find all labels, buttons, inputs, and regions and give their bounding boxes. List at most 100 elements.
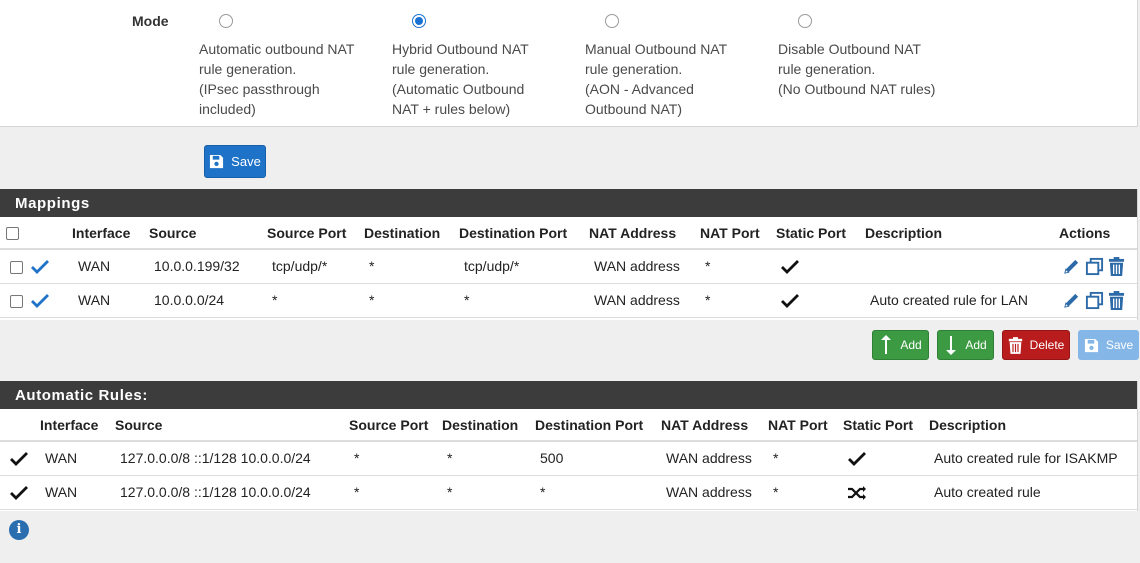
cell-destination: *: [364, 249, 459, 284]
mode-option-automatic[interactable]: Automatic outbound NAT rule generation. (I…: [199, 14, 379, 119]
mappings-panel: Mappings Interface Source Source Port De…: [0, 189, 1138, 320]
col-source-port[interactable]: Source Port: [349, 409, 442, 442]
col-static-port[interactable]: Static Port: [776, 217, 865, 250]
cell-destination: *: [364, 283, 459, 318]
table-row[interactable]: WAN 10.0.0.199/32 tcp/udp/* * tcp/udp/* …: [0, 249, 1137, 284]
mode-radio-manual[interactable]: [605, 14, 619, 28]
table-row: WAN 127.0.0.0/8 ::1/128 10.0.0.0/24 * * …: [0, 475, 1137, 510]
mode-radio-automatic[interactable]: [219, 14, 233, 28]
table-row[interactable]: WAN 10.0.0.0/24 * * * WAN address * Auto…: [0, 283, 1137, 318]
mappings-table: Interface Source Source Port Destination…: [0, 217, 1137, 318]
cell-description: Auto created rule for LAN: [865, 283, 1059, 318]
nat-mode-panel: Mode Automatic outbound NAT rule generati…: [0, 0, 1138, 127]
enabled-check-icon: [10, 451, 28, 466]
enabled-check-icon[interactable]: [30, 259, 50, 275]
col-source-port[interactable]: Source Port: [267, 217, 364, 250]
delete-button[interactable]: Delete: [1002, 330, 1070, 360]
cell-nat-address: WAN address: [661, 441, 768, 476]
col-interface[interactable]: Interface: [40, 409, 115, 442]
row-checkbox[interactable]: [10, 294, 23, 308]
cell-nat-port: *: [700, 249, 776, 284]
static-port-check-icon: [848, 451, 866, 466]
col-destination-port[interactable]: Destination Port: [459, 217, 589, 250]
cell-interface: WAN: [72, 249, 149, 284]
edit-pencil-icon[interactable]: [1062, 257, 1081, 276]
col-nat-port[interactable]: NAT Port: [700, 217, 776, 250]
table-row: WAN 127.0.0.0/8 ::1/128 10.0.0.0/24 * * …: [0, 441, 1137, 476]
mappings-header-row: Interface Source Source Port Destination…: [0, 217, 1137, 250]
cell-source-port: tcp/udp/*: [267, 249, 364, 284]
col-actions: Actions: [1059, 217, 1137, 250]
select-all-checkbox[interactable]: [6, 227, 19, 241]
cell-destination-port: 500: [535, 441, 661, 476]
mode-option-text: Automatic outbound NAT rule generation. (I…: [199, 41, 355, 117]
cell-source-port: *: [267, 283, 364, 318]
cell-description: Auto created rule for ISAKMP: [929, 441, 1137, 476]
save-mappings-button[interactable]: Save: [1078, 330, 1139, 360]
col-source[interactable]: Source: [115, 409, 349, 442]
mode-label: Mode: [132, 13, 169, 29]
info-icon[interactable]: i: [9, 520, 29, 540]
col-description[interactable]: Description: [929, 409, 1137, 442]
cell-source: 10.0.0.0/24: [149, 283, 267, 318]
cell-interface: WAN: [40, 441, 115, 476]
copy-icon[interactable]: [1085, 257, 1104, 276]
cell-description: Auto created rule: [929, 475, 1137, 510]
random-port-icon: [848, 485, 866, 500]
mode-save-button[interactable]: Save: [204, 145, 266, 178]
col-source[interactable]: Source: [149, 217, 267, 250]
cell-nat-address: WAN address: [589, 249, 700, 284]
cell-interface: WAN: [40, 475, 115, 510]
cell-nat-port: *: [768, 441, 843, 476]
col-destination-port[interactable]: Destination Port: [535, 409, 661, 442]
cell-interface: WAN: [72, 283, 149, 318]
cell-destination-port: *: [459, 283, 589, 318]
enabled-check-icon: [10, 485, 28, 500]
col-nat-port[interactable]: NAT Port: [768, 409, 843, 442]
static-port-check-icon: [781, 259, 799, 274]
delete-label: Delete: [1029, 338, 1065, 352]
cell-source-port: *: [349, 475, 442, 510]
mode-radio-disable[interactable]: [798, 14, 812, 28]
save-mappings-label: Save: [1105, 338, 1134, 352]
cell-destination-port: tcp/udp/*: [459, 249, 589, 284]
col-interface[interactable]: Interface: [72, 217, 149, 250]
cell-destination-port: *: [535, 475, 661, 510]
mode-option-manual[interactable]: Manual Outbound NAT rule generation. (AON …: [585, 14, 765, 119]
cell-destination: *: [442, 441, 535, 476]
cell-source: 10.0.0.199/32: [149, 249, 267, 284]
col-description[interactable]: Description: [865, 217, 1059, 250]
mode-radio-hybrid[interactable]: [412, 14, 426, 28]
col-destination[interactable]: Destination: [364, 217, 459, 250]
arrow-down-icon: [946, 336, 957, 355]
cell-source: 127.0.0.0/8 ::1/128 10.0.0.0/24: [115, 441, 349, 476]
automatic-rules-panel: Automatic Rules: Interface Source Source…: [0, 381, 1138, 511]
add-bottom-button[interactable]: Add: [937, 330, 994, 360]
cell-description: [865, 249, 1059, 284]
mode-option-text: Hybrid Outbound NAT rule generation. (Auto…: [392, 41, 529, 117]
col-nat-address[interactable]: NAT Address: [589, 217, 700, 250]
mode-option-hybrid[interactable]: Hybrid Outbound NAT rule generation. (Auto…: [392, 14, 572, 119]
copy-icon[interactable]: [1085, 291, 1104, 310]
trash-icon[interactable]: [1108, 256, 1125, 276]
mode-option-disable[interactable]: Disable Outbound NAT rule generation. (No …: [778, 14, 958, 99]
col-destination[interactable]: Destination: [442, 409, 535, 442]
mode-option-text: Disable Outbound NAT rule generation. (No …: [778, 41, 936, 97]
cell-nat-address: WAN address: [661, 475, 768, 510]
cell-nat-port: *: [768, 475, 843, 510]
col-static-port[interactable]: Static Port: [843, 409, 929, 442]
enabled-check-icon[interactable]: [30, 293, 50, 309]
static-port-check-icon: [781, 293, 799, 308]
add-top-button[interactable]: Add: [872, 330, 929, 360]
mappings-title: Mappings: [0, 189, 1137, 217]
trash-icon[interactable]: [1108, 290, 1125, 310]
col-nat-address[interactable]: NAT Address: [661, 409, 768, 442]
save-icon: [1084, 338, 1098, 352]
cell-source-port: *: [349, 441, 442, 476]
trash-icon: [1008, 336, 1022, 354]
edit-pencil-icon[interactable]: [1062, 291, 1081, 310]
row-checkbox[interactable]: [10, 261, 23, 275]
cell-source: 127.0.0.0/8 ::1/128 10.0.0.0/24: [115, 475, 349, 510]
cell-destination: *: [442, 475, 535, 510]
mode-option-text: Manual Outbound NAT rule generation. (AON …: [585, 41, 728, 117]
